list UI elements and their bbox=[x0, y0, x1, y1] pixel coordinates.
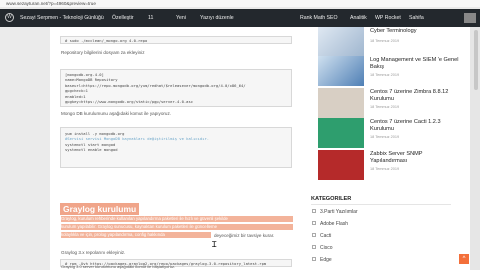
code-block-repo-file: # sudo ./mcclean/_mongo-org 4.0.repo bbox=[60, 36, 292, 44]
admin-bar-wp-rocket[interactable]: WP Rocket bbox=[375, 15, 401, 21]
post-thumbnail[interactable] bbox=[318, 88, 364, 118]
post-title[interactable]: Centos 7 üzerine Zimbra 8.8.12 Kurulumu bbox=[370, 89, 460, 102]
wordpress-logo-icon[interactable]: W bbox=[5, 13, 14, 22]
category-item[interactable]: Adobe Flash bbox=[312, 221, 348, 227]
post-title[interactable]: Centos 7 üzerine Cacti 1.2.3 Kurulumu bbox=[370, 119, 460, 132]
avatar[interactable] bbox=[464, 13, 476, 23]
category-label[interactable]: Edge bbox=[320, 257, 332, 263]
scrollbar[interactable] bbox=[474, 30, 478, 90]
category-label[interactable]: Cisco bbox=[320, 245, 333, 251]
post-date: 18 Temmuz 2019 bbox=[370, 73, 400, 77]
text-cursor-icon: Ɪ bbox=[212, 240, 217, 249]
sidebar-post[interactable]: Centos 7 üzerine Cacti 1.2.3 Kurulumu 18… bbox=[318, 118, 468, 152]
post-title[interactable]: Log Management ve SIEM 'e Genel Bakış bbox=[370, 57, 460, 70]
folder-icon bbox=[312, 221, 316, 225]
admin-bar-site[interactable]: Sezayi Serpmen - Teknoloji Günlüğü bbox=[20, 15, 104, 21]
section-heading: Graylog kurulumu bbox=[60, 203, 140, 215]
post-thumbnail[interactable] bbox=[318, 27, 364, 57]
admin-bar-comments[interactable]: 11 bbox=[148, 15, 153, 21]
paragraph: Graylog 3.0 server kurulumunu aşağıdaki … bbox=[61, 264, 176, 269]
post-date: 18 Temmuz 2019 bbox=[370, 39, 400, 43]
code-block-repository: [mongodb-org-4.0] name=MongoDB Repositor… bbox=[60, 69, 292, 107]
categories-title: KATEGORILER bbox=[311, 196, 352, 202]
sidebar-post[interactable]: Log Management ve SIEM 'e Genel Bakış 18… bbox=[318, 56, 468, 90]
post-title[interactable]: Cyber Terminology bbox=[370, 28, 460, 35]
paragraph: Graylog 3.x repolarını ekleyiniz. bbox=[61, 250, 126, 255]
admin-bar-analitik[interactable]: Analitik bbox=[350, 15, 367, 21]
paragraph: Mongo DB kurulumunu aşağıdaki komut ile … bbox=[61, 111, 172, 116]
admin-bar-edit-post[interactable]: Yazıyı düzenle bbox=[200, 15, 234, 21]
folder-icon bbox=[312, 245, 316, 249]
post-date: 18 Temmuz 2019 bbox=[370, 135, 400, 139]
admin-bar: W Sezayi Serpmen - Teknoloji Günlüğü Öze… bbox=[0, 9, 480, 27]
divider bbox=[311, 204, 451, 205]
highlighted-text: kolaylıkla ve için, prolog yapılandırma,… bbox=[61, 232, 211, 238]
category-label[interactable]: 3.Parti Yazılımlar bbox=[320, 209, 358, 215]
category-label[interactable]: Adobe Flash bbox=[320, 221, 348, 227]
code-line: # sudo ./mcclean/_mongo-org 4.0.repo bbox=[65, 38, 148, 43]
code-line: systemctl enable mongod bbox=[65, 147, 118, 153]
category-item[interactable]: Edge bbox=[312, 257, 332, 263]
folder-icon bbox=[312, 233, 316, 237]
code-block-install: yum install -y mongodb-org #Servisi serv… bbox=[60, 127, 292, 168]
scroll-to-top-button[interactable]: ^ bbox=[459, 254, 469, 264]
highlighted-text: Graylog, kurulum rehberinde kullanılan y… bbox=[61, 216, 293, 222]
admin-bar-sahifa[interactable]: Sahifa bbox=[409, 15, 424, 21]
category-item[interactable]: Cisco bbox=[312, 245, 333, 251]
post-title[interactable]: Zabbix Server SNMP Yapılandırması bbox=[370, 151, 460, 164]
post-date: 18 Temmuz 2019 bbox=[370, 105, 400, 109]
folder-icon bbox=[312, 257, 316, 261]
paragraph: Repository bilgilerini dosyam za ekleyin… bbox=[61, 50, 145, 55]
sidebar-post[interactable]: Centos 7 üzerine Zimbra 8.8.12 Kurulumu … bbox=[318, 88, 468, 122]
admin-bar-customize[interactable]: Özelleştir bbox=[112, 15, 134, 21]
category-label[interactable]: Cacti bbox=[320, 233, 331, 239]
post-date: 18 Temmuz 2019 bbox=[370, 167, 400, 171]
category-item[interactable]: 3.Parti Yazılımlar bbox=[312, 209, 358, 215]
browser-url-bar[interactable]: www.sezayturan.net/?p=4960&preview=true bbox=[0, 0, 480, 7]
category-item[interactable]: Cacti bbox=[312, 233, 331, 239]
post-thumbnail[interactable] bbox=[318, 150, 364, 180]
url-text[interactable]: www.sezayturan.net/?p=4960&preview=true bbox=[6, 1, 96, 6]
paragraph: deyeceğimiz bir tavsiye kurar. bbox=[214, 233, 275, 238]
post-thumbnail[interactable] bbox=[318, 118, 364, 148]
post-thumbnail[interactable] bbox=[318, 56, 364, 86]
admin-bar-rank-math[interactable]: Rank Math SEO bbox=[300, 15, 337, 21]
folder-icon bbox=[312, 209, 316, 213]
admin-bar-new[interactable]: Yeni bbox=[176, 15, 186, 21]
code-line: gpgkey=https://www.mongodb.org/static/pg… bbox=[65, 99, 194, 105]
highlighted-text: kurulum yapılabilir. Graylog sunucusu, k… bbox=[61, 224, 293, 230]
sidebar-post[interactable]: Zabbix Server SNMP Yapılandırması 18 Tem… bbox=[318, 150, 468, 184]
left-gutter bbox=[0, 27, 50, 270]
